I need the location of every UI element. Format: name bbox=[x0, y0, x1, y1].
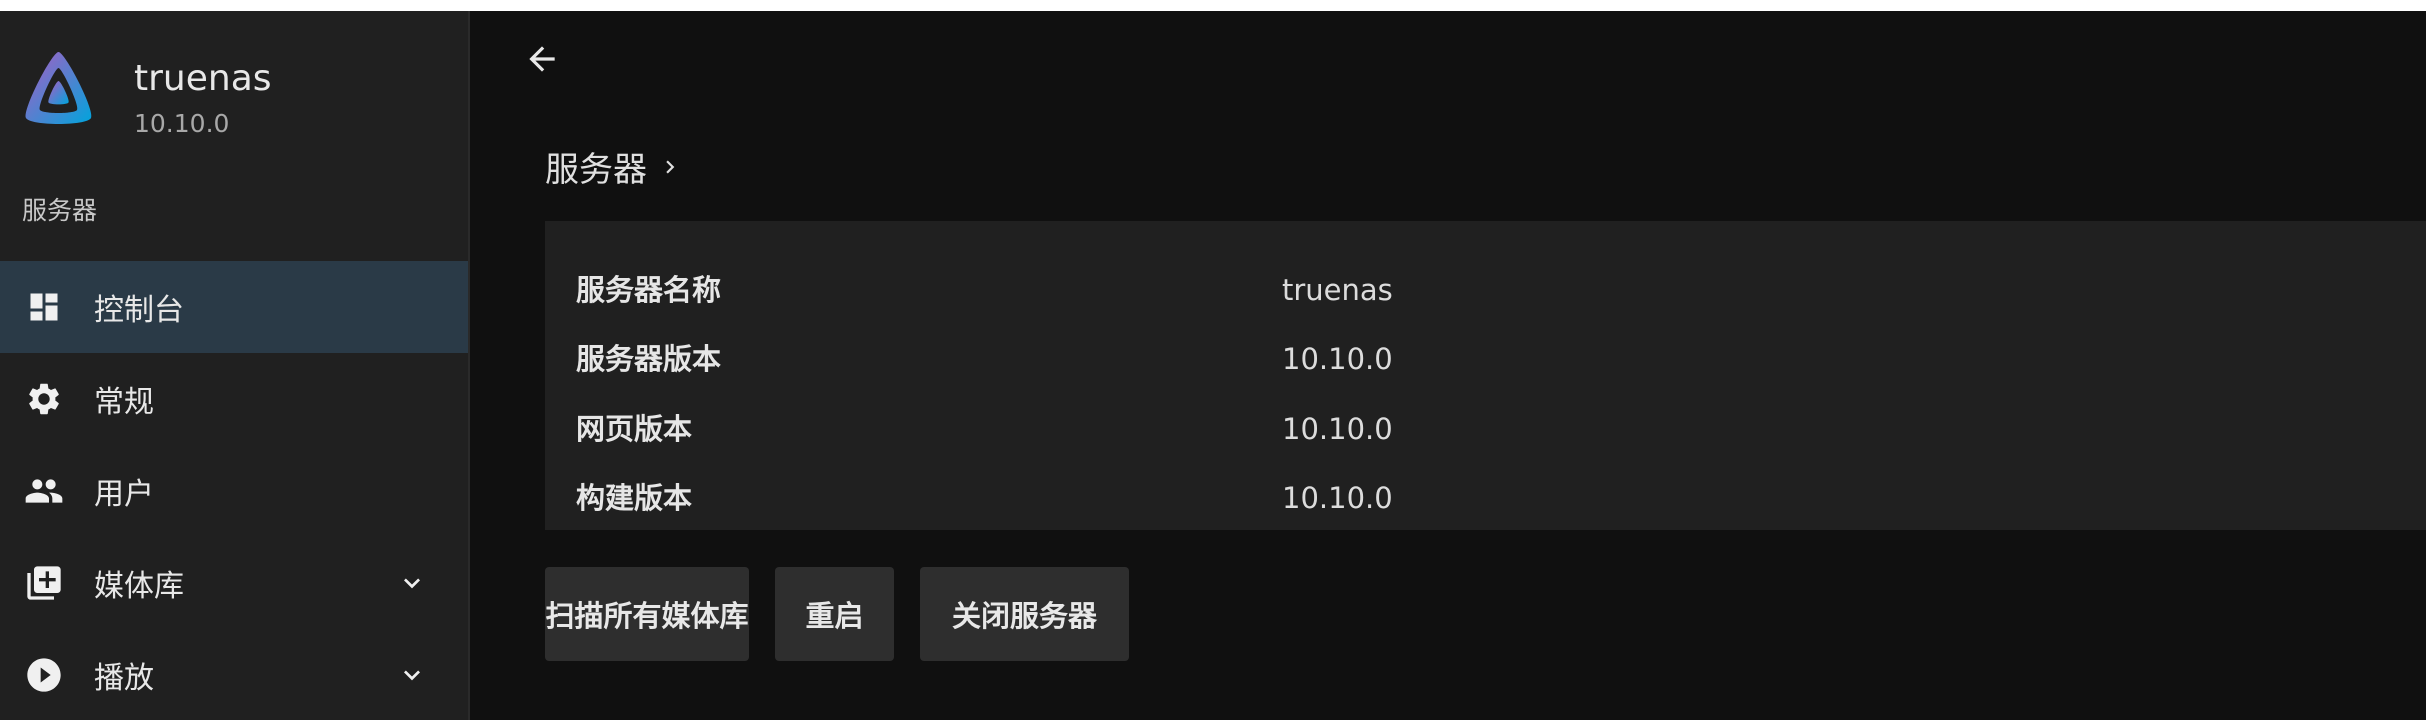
shutdown-button[interactable]: 关闭服务器 bbox=[920, 567, 1129, 661]
arrow-left-icon bbox=[529, 46, 555, 72]
sidebar-item-label: 控制台 bbox=[94, 293, 184, 328]
sidebar-item-general[interactable]: 常规 bbox=[0, 353, 468, 445]
server-name: truenas bbox=[134, 58, 272, 99]
gear-icon bbox=[24, 379, 64, 419]
info-row-server-version: 服务器版本 10.10.0 bbox=[545, 339, 2426, 379]
chevron-down-icon[interactable] bbox=[396, 659, 428, 691]
server-section-link[interactable]: 服务器 bbox=[545, 142, 683, 191]
sidebar-item-dashboard[interactable]: 控制台 bbox=[0, 261, 468, 353]
back-button[interactable] bbox=[518, 35, 566, 83]
server-version: 10.10.0 bbox=[134, 109, 230, 138]
dashboard-icon bbox=[24, 287, 64, 327]
server-brand[interactable]: truenas 10.10.0 bbox=[20, 48, 272, 140]
chevron-right-icon bbox=[666, 160, 675, 173]
chevron-down-icon[interactable] bbox=[396, 567, 428, 599]
info-key: 构建版本 bbox=[576, 481, 693, 515]
info-value: 10.10.0 bbox=[1282, 342, 1393, 376]
server-actions: 扫描所有媒体库 重启 关闭服务器 bbox=[545, 567, 1155, 661]
info-value: truenas bbox=[1282, 273, 1393, 307]
library-add-icon bbox=[24, 563, 64, 603]
restart-button[interactable]: 重启 bbox=[775, 567, 894, 661]
app-window: truenas 10.10.0 服务器 控制台 常规 用户 媒体库 播放 服务器… bbox=[0, 11, 2426, 720]
sidebar: truenas 10.10.0 服务器 控制台 常规 用户 媒体库 播放 bbox=[0, 11, 470, 720]
info-key: 服务器版本 bbox=[576, 342, 722, 376]
section-title: 服务器 bbox=[545, 150, 647, 190]
main-content: 服务器 服务器名称 truenas 服务器版本 10.10.0 网页版本 10.… bbox=[470, 11, 2426, 720]
info-row-build-version: 构建版本 10.10.0 bbox=[545, 478, 2426, 518]
sidebar-section-header: 服务器 bbox=[22, 196, 98, 225]
scan-libraries-button[interactable]: 扫描所有媒体库 bbox=[545, 567, 749, 661]
sidebar-item-libraries[interactable]: 媒体库 bbox=[0, 537, 468, 629]
info-row-server-name: 服务器名称 truenas bbox=[545, 270, 2426, 310]
jellyfin-logo-icon bbox=[25, 52, 92, 124]
sidebar-item-label: 媒体库 bbox=[94, 569, 184, 604]
info-key: 网页版本 bbox=[576, 412, 693, 446]
play-circle-icon bbox=[24, 655, 64, 695]
sidebar-item-label: 常规 bbox=[94, 385, 154, 420]
info-key: 服务器名称 bbox=[576, 273, 722, 307]
sidebar-nav: 控制台 常规 用户 媒体库 播放 bbox=[0, 261, 468, 721]
sidebar-item-label: 播放 bbox=[94, 661, 154, 696]
info-value: 10.10.0 bbox=[1282, 481, 1393, 515]
server-info-panel: 服务器名称 truenas 服务器版本 10.10.0 网页版本 10.10.0… bbox=[545, 221, 2426, 530]
info-value: 10.10.0 bbox=[1282, 412, 1393, 446]
sidebar-item-users[interactable]: 用户 bbox=[0, 445, 468, 537]
sidebar-item-playback[interactable]: 播放 bbox=[0, 629, 468, 721]
info-row-web-version: 网页版本 10.10.0 bbox=[545, 409, 2426, 449]
users-icon bbox=[24, 471, 64, 511]
sidebar-item-label: 用户 bbox=[94, 477, 154, 512]
